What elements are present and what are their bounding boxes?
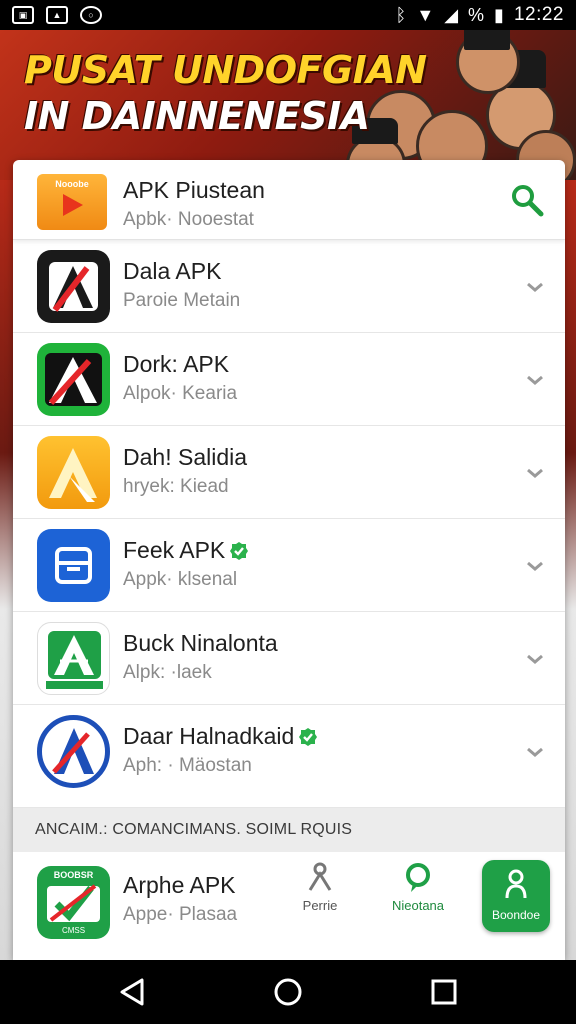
verified-icon	[299, 727, 318, 746]
app-name-text: Buck Ninalonta	[123, 630, 278, 656]
boondoe-button-label: Boondoe	[491, 908, 541, 922]
signal-icon: ◢	[444, 4, 459, 25]
recents-icon[interactable]	[428, 976, 460, 1008]
app-name: Daar Halnadkaid	[123, 723, 318, 750]
image-icon: ▣	[12, 6, 34, 24]
app-subtitle: Paroie Metain	[123, 290, 241, 311]
chevron-down-icon[interactable]	[523, 275, 547, 299]
letter-a-icon	[45, 353, 102, 406]
app-icon	[37, 343, 110, 416]
app-name-text: Feek APK	[123, 537, 226, 563]
letter-a-icon	[49, 448, 97, 502]
app-subtitle: Alpk: ·laek	[123, 662, 212, 683]
app-name-text: Dork: APK	[123, 351, 230, 377]
letter-a-icon	[52, 728, 94, 774]
action-perrie[interactable]: Perrie	[275, 862, 365, 932]
app-name: Feek APK	[123, 537, 249, 564]
search-title: APK Piustean	[123, 177, 265, 203]
app-name: Dork: APK	[123, 351, 229, 378]
app-icon: BOOBSR CMSS	[37, 866, 110, 939]
bluetooth-icon: ᛒ	[395, 4, 407, 25]
featured-app-row[interactable]: BOOBSR CMSS Arphe APK Appe· Plasaa Perri…	[13, 852, 565, 960]
app-icon-text: BOOBSR	[53, 870, 94, 880]
banner-title: PUSAT UNDOFGIAN IN DAINNENESIA	[24, 48, 427, 139]
app-subtitle: hryek: Kiead	[123, 476, 229, 497]
app-icon	[37, 436, 110, 509]
app-name-text: Dah! Salidia	[123, 444, 248, 470]
chevron-down-icon[interactable]	[523, 740, 547, 764]
action-nieotana[interactable]: Nieotana	[373, 862, 463, 932]
search-icon[interactable]	[509, 182, 545, 218]
profile-icon	[505, 869, 527, 899]
app-subtitle: Alpok· Kearia	[123, 383, 238, 404]
action-perrie-label: Perrie	[302, 898, 338, 913]
app-name-text: Daar Halnadkaid	[123, 723, 295, 749]
clock: 12:22	[513, 4, 564, 25]
app-icon	[37, 622, 110, 695]
letter-a-icon	[49, 262, 98, 312]
list-item[interactable]: Dah! Salidia hryek: Kiead	[13, 426, 565, 519]
app-name: Dala APK	[123, 258, 221, 285]
app-list-card: Nooobe APK Piustean Apbk· Nooestat Dala …	[13, 160, 565, 960]
section-heading: ANCAIM.: COMANCIMANS. SOIML RQUIS	[13, 808, 565, 852]
search-subtitle: Apbk· Nooestat	[123, 209, 254, 230]
battery-icon: ▮	[494, 4, 504, 25]
app-icon	[37, 529, 110, 602]
play-icon	[63, 194, 83, 216]
list-item[interactable]: Feek APK Appk· klsenal	[13, 519, 565, 612]
person-icon	[308, 862, 332, 891]
chat-icon	[406, 863, 430, 892]
app-icon	[37, 715, 110, 788]
boondoe-button[interactable]: Boondoe	[482, 860, 550, 932]
list-item[interactable]: Buck Ninalonta Alpk: ·laek	[13, 612, 565, 705]
store-logo: Nooobe	[37, 174, 107, 230]
app-subtitle: Appe· Plasaa	[123, 904, 238, 925]
list-item[interactable]: Daar Halnadkaid Aph: · Mäostan	[13, 705, 565, 808]
hero-banner[interactable]: PUSAT UNDOFGIAN IN DAINNENESIA	[0, 30, 576, 180]
app-name-text: Dala APK	[123, 258, 222, 284]
verified-icon	[230, 541, 249, 560]
sync-icon: ○	[80, 6, 102, 24]
chevron-down-icon[interactable]	[523, 461, 547, 485]
app-subtitle: Aph: · Mäostan	[123, 755, 252, 776]
home-icon[interactable]	[272, 976, 304, 1008]
navigation-bar	[0, 960, 576, 1024]
search-bar[interactable]: Nooobe APK Piustean Apbk· Nooestat	[13, 160, 565, 240]
list-item[interactable]: Dala APK Paroie Metain	[13, 240, 565, 333]
app-icon-caption: CMSS	[61, 926, 86, 935]
store-logo-text: Nooobe	[55, 179, 89, 189]
banner-title-line1: PUSAT UNDOFGIAN	[24, 48, 427, 92]
chevron-down-icon[interactable]	[523, 647, 547, 671]
chevron-down-icon[interactable]	[523, 368, 547, 392]
chevron-down-icon[interactable]	[523, 554, 547, 578]
banner-title-line2: IN DAINNENESIA	[24, 93, 370, 138]
action-nieotana-label: Nieotana	[391, 898, 445, 913]
app-subtitle: Appk· klsenal	[123, 569, 238, 590]
letter-a-icon	[46, 631, 103, 689]
gallery-icon: ▲	[46, 6, 68, 24]
app-icon	[37, 250, 110, 323]
app-name: Dah! Salidia	[123, 444, 247, 471]
back-icon[interactable]	[116, 976, 148, 1008]
wifi-icon: ▼	[416, 4, 435, 25]
list-item[interactable]: Dork: APK Alpok· Kearia	[13, 333, 565, 426]
app-name: Arphe APK	[123, 872, 236, 898]
battery-percent: %	[468, 4, 485, 25]
store-box-icon	[55, 547, 92, 584]
app-name: Buck Ninalonta	[123, 630, 278, 657]
status-bar: ▣ ▲ ○ ᛒ ▼ ◢ % ▮ 12:22	[0, 0, 576, 30]
